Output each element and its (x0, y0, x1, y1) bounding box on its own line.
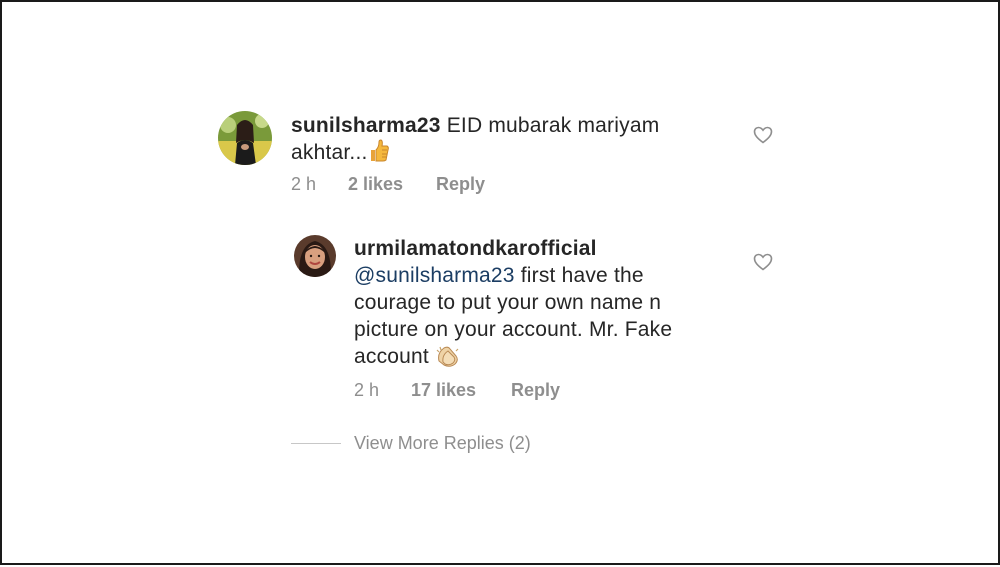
heart-icon[interactable] (753, 253, 773, 271)
reply-text-line-3: picture on your account. Mr. Fake (354, 318, 673, 341)
reply-avatar[interactable] (294, 235, 336, 277)
replies-divider (291, 443, 341, 444)
reply-text-line-2: courage to put your own name n (354, 291, 662, 314)
reply-mention-link[interactable]: @sunilsharma23 (354, 264, 515, 287)
reply-line-4: account (354, 343, 734, 374)
reply-text-line-4: account (354, 345, 429, 368)
reply-reply-button[interactable]: Reply (511, 380, 560, 401)
reply-likes[interactable]: 17 likes (411, 380, 476, 401)
reply-username[interactable]: urmilamatondkarofficial (354, 235, 734, 262)
view-more-replies-button[interactable]: View More Replies (2) (354, 433, 531, 454)
reply-time: 2 h (354, 380, 380, 400)
clapping-hands-emoji (435, 345, 461, 374)
reply-comment: urmilamatondkarofficial @sunilsharma23 f… (2, 2, 1000, 567)
reply-avatar-image (294, 235, 336, 277)
reply-meta: 2 h 17 likes Reply (354, 380, 654, 404)
reply-line-1: @sunilsharma23 first have the (354, 262, 734, 289)
reply-text-line-1: first have the (514, 264, 644, 287)
reply-text: urmilamatondkarofficial @sunilsharma23 f… (354, 235, 734, 374)
